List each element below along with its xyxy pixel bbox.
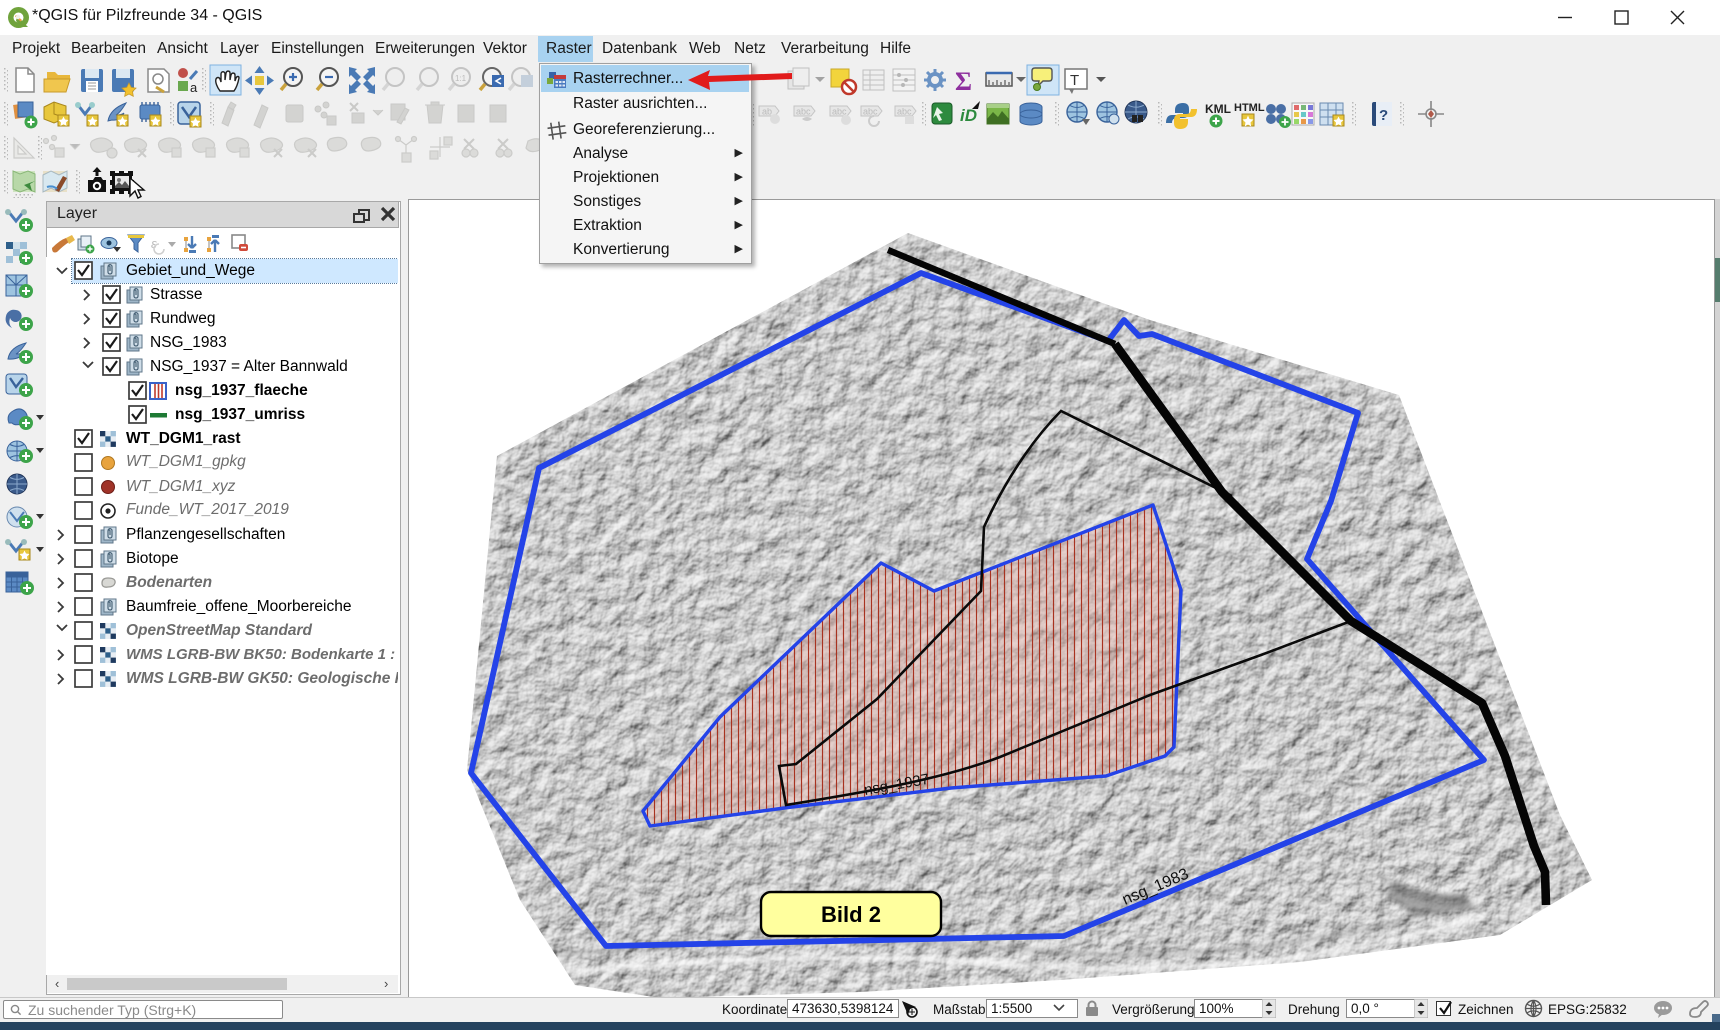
svg-text:abc: abc [897,107,912,117]
svg-text:a: a [190,80,198,95]
svg-text:abc: abc [832,107,847,117]
svg-text:ab: ab [762,107,772,117]
svg-text:KML: KML [1205,102,1231,116]
svg-text:1:1: 1:1 [455,74,467,83]
svg-text:HTML: HTML [1234,102,1265,114]
svg-text:?: ? [1379,107,1388,124]
svg-text:abc: abc [796,107,811,117]
svg-text:Σ: Σ [955,67,972,96]
svg-text:T: T [1070,72,1079,89]
svg-text:Bild 2: Bild 2 [821,902,881,927]
svg-text:abc: abc [863,107,878,117]
